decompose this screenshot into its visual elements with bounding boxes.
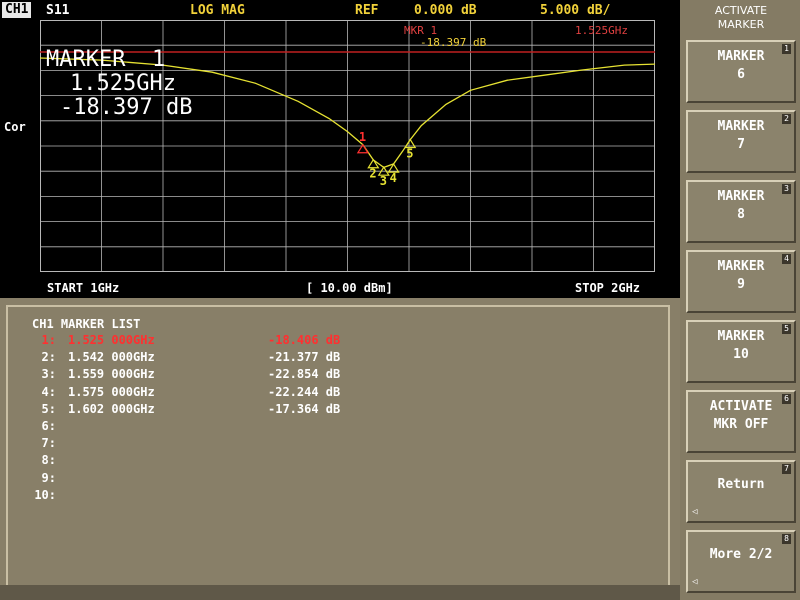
marker-list-title: CH1 MARKER LIST [32, 317, 141, 331]
marker-list-row: 10: [30, 488, 56, 505]
softkey-index: 6 [782, 394, 791, 404]
softkey-label: MARKER 7 [717, 119, 765, 152]
softkey-8[interactable]: More 2/2 8 ◁ [686, 530, 796, 593]
softkey-label: More 2/2 [709, 547, 773, 562]
marker-list-row: 6: [30, 419, 56, 436]
marker-number: 1: [41, 333, 56, 347]
softkey-2[interactable]: MARKER 7 2 [686, 110, 796, 173]
softkey-index: 8 [782, 534, 791, 544]
start-frequency: START 1GHz [47, 281, 120, 295]
marker-number: 2: [41, 350, 56, 365]
marker-value: -22.244 dB [268, 384, 341, 399]
marker-list-row: 7: [30, 436, 56, 453]
softkey-label: MARKER 8 [717, 189, 765, 222]
marker-number: 5: [41, 401, 56, 416]
marker-list-row: 1: 1.525 000GHz -18.406 dB [30, 333, 341, 350]
marker-list-row: 9: [30, 471, 56, 488]
status-strip [0, 585, 680, 600]
instrument-screen: CH1 S11 LOG MAG REF 0.000 dB 5.000 dB/ C… [0, 0, 680, 600]
s-parameter-label: S11 [46, 3, 70, 18]
marker-number: 10: [34, 487, 56, 502]
format-label: LOG MAG [190, 3, 245, 18]
marker-readout-value: -18.397 dB [60, 95, 193, 120]
marker-number: 9: [41, 470, 56, 485]
softkey-label: MARKER 10 [717, 329, 765, 362]
marker-value: -22.854 dB [268, 367, 341, 382]
marker-label: 2 [369, 167, 376, 181]
softkey-index: 7 [782, 464, 791, 474]
marker-label: 1 [359, 130, 366, 144]
softkey-index: 2 [782, 114, 791, 124]
marker-value: -18.406 dB [268, 333, 341, 347]
marker-list-row: 4: 1.575 000GHz -22.244 dB [30, 384, 341, 402]
marker-number: 7: [41, 436, 56, 451]
softkey-index: 3 [782, 184, 791, 194]
softkey-4[interactable]: MARKER 9 4 [686, 250, 796, 313]
marker-label: 3 [380, 174, 387, 188]
softkey-6[interactable]: ACTIVATE MKR OFF 6 [686, 390, 796, 453]
return-arrow-icon: ◁ [692, 507, 698, 517]
marker-frequency: 1.542 000GHz [68, 350, 155, 365]
marker-frequency: 1.575 000GHz [68, 384, 155, 399]
ref-value: 0.000 dB [414, 3, 477, 18]
softkey-index: 1 [782, 44, 791, 54]
marker-number: 4: [41, 384, 56, 399]
softkey-index: 5 [782, 324, 791, 334]
trace-display: CH1 S11 LOG MAG REF 0.000 dB 5.000 dB/ C… [0, 0, 680, 298]
marker-list-row: 3: 1.559 000GHz -22.854 dB [30, 367, 341, 384]
softkey-5[interactable]: MARKER 10 5 [686, 320, 796, 383]
marker-label: 4 [390, 171, 397, 185]
softkey-7[interactable]: Return 7 ◁ [686, 460, 796, 523]
stop-frequency: STOP 2GHz [575, 281, 641, 295]
marker-number: 3: [41, 367, 56, 382]
softkey-label: MARKER 9 [717, 259, 765, 292]
softkey-3[interactable]: MARKER 8 3 [686, 180, 796, 243]
marker-list-panel [6, 305, 670, 587]
marker-frequency: 1.525 000GHz [68, 333, 155, 347]
marker-number: 8: [41, 453, 56, 468]
marker-label: 5 [406, 147, 413, 161]
marker-readout-frequency: 1.525GHz [70, 71, 176, 96]
channel-indicator[interactable]: CH1 [2, 2, 32, 18]
marker-frequency: 1.602 000GHz [68, 401, 155, 416]
marker-list-row: 5: 1.602 000GHz -17.364 dB [30, 401, 341, 419]
softkey-label: MARKER 6 [717, 49, 765, 82]
marker-list-row: 8: [30, 453, 56, 470]
softkey-index: 4 [782, 254, 791, 264]
return-arrow-icon: ◁ [692, 577, 698, 587]
marker-readout-title: MARKER 1 [46, 47, 166, 72]
ref-label: REF [355, 3, 379, 18]
marker-small-value: -18.397 dB [420, 36, 487, 49]
scale-value: 5.000 dB/ [540, 3, 611, 18]
marker-value: -21.377 dB [268, 350, 341, 365]
marker-small-freq: 1.525GHz [575, 24, 628, 37]
marker-number: 6: [41, 418, 56, 433]
marker-list: 1: 1.525 000GHz -18.406 dB 2: 1.542 000GHz -2… [30, 333, 341, 505]
marker-list-row: 2: 1.542 000GHz -21.377 dB [30, 350, 341, 367]
marker-value: -17.364 dB [268, 401, 341, 416]
softkey-1[interactable]: MARKER 6 1 [686, 40, 796, 103]
source-power: [ 10.00 dBm] [306, 281, 393, 295]
softkey-menu-title: ACTIVATE MARKER [714, 4, 768, 31]
softkey-label: ACTIVATE MKR OFF [709, 399, 773, 432]
softkey-label: Return [717, 477, 765, 492]
correction-indicator: Cor [4, 120, 26, 134]
marker-frequency: 1.559 000GHz [68, 367, 155, 382]
